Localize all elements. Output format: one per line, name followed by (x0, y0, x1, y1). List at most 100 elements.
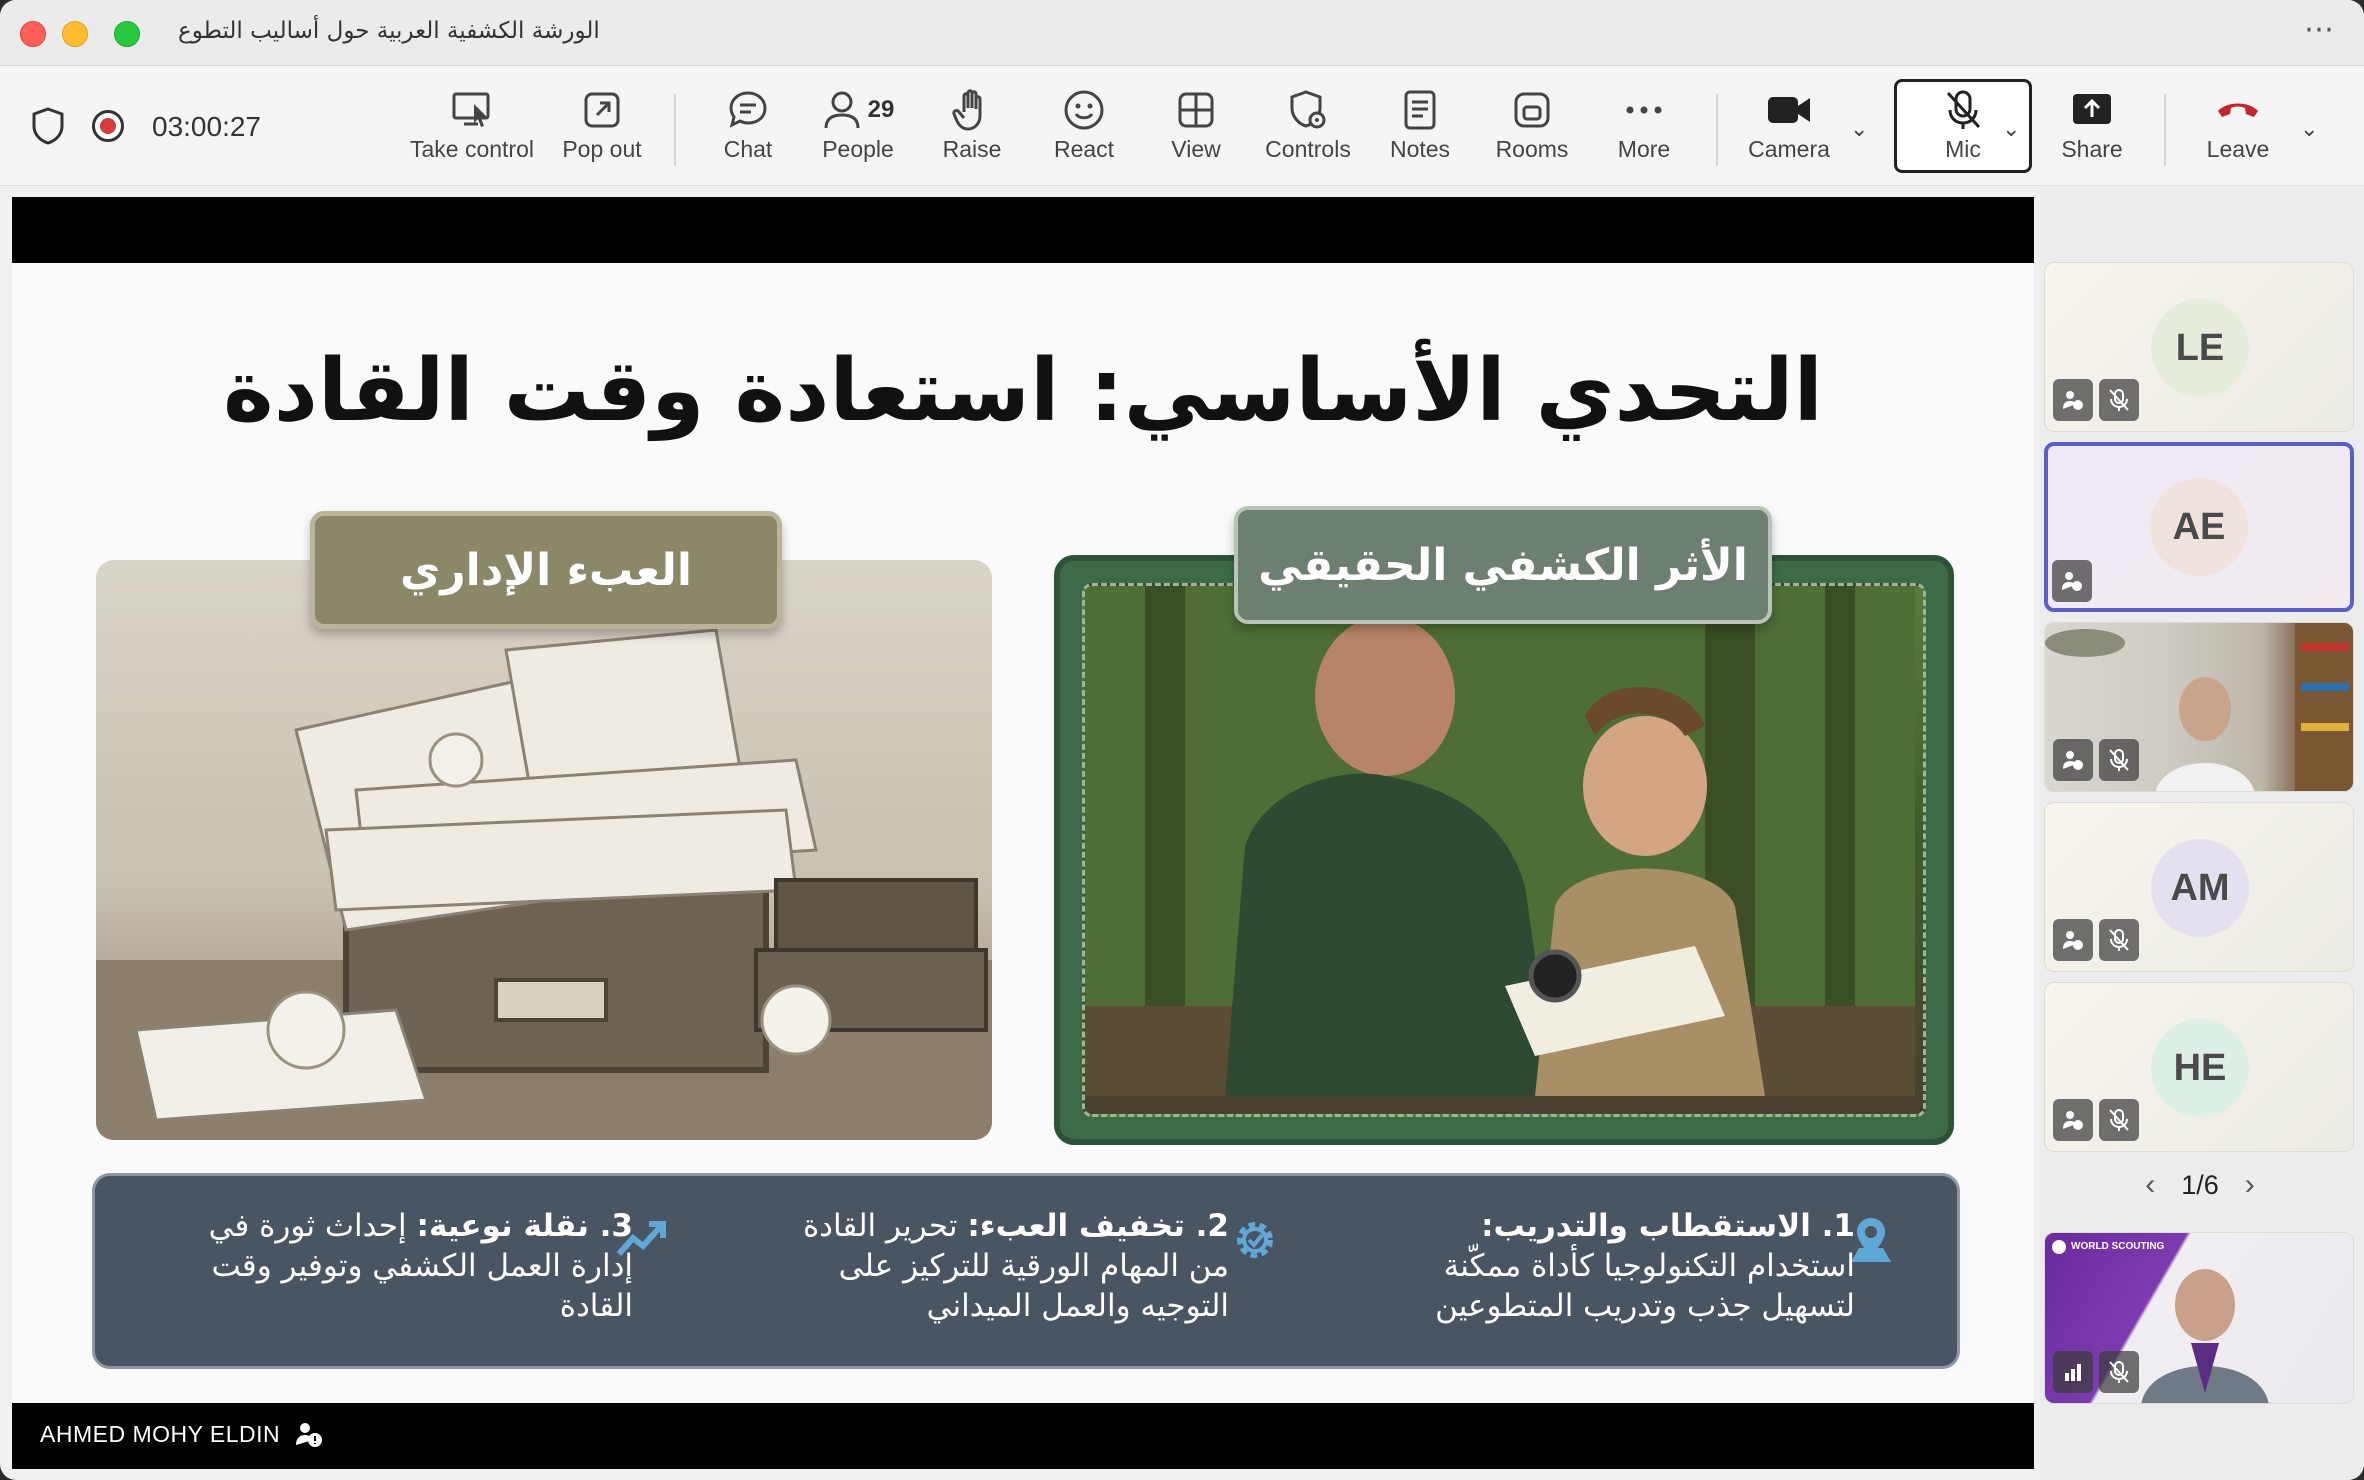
meeting-timer: 03:00:27 (152, 111, 261, 142)
react-button[interactable]: React (1034, 84, 1134, 176)
pop-out-icon (584, 92, 620, 128)
take-control-icon (452, 92, 490, 127)
chat-icon (729, 91, 767, 128)
raise-hand-button[interactable]: Raise (922, 84, 1022, 176)
presenter-status-icon (296, 1423, 322, 1447)
scouts-illustration (1085, 586, 1915, 1096)
view-label: View (1171, 136, 1221, 162)
toolbar-divider (1716, 94, 1718, 166)
mic-off-icon (2099, 1099, 2139, 1141)
share-button[interactable]: Share (2042, 84, 2142, 176)
point-2-title: 2. تخفيف العبء: (967, 1208, 1229, 1244)
self-view-tile[interactable]: WORLD SCOUTING (2044, 1232, 2354, 1404)
more-label: More (1617, 136, 1671, 162)
camera-options-chevron-icon[interactable]: ⌄ (1850, 116, 1868, 142)
participant-tile-ae[interactable]: AE (2044, 442, 2354, 612)
participant-tile-am[interactable]: AM (2044, 802, 2354, 972)
people-icon (824, 91, 860, 129)
maximize-window-button[interactable] (114, 21, 140, 47)
title-bar: الورشة الكشفية العربية حول أساليب التطوع… (0, 0, 2364, 66)
grid-view-icon (1178, 92, 1214, 128)
point-3-title: 3. نقلة نوعية: (416, 1208, 633, 1244)
more-icon (1626, 106, 1662, 114)
mic-off-icon (2099, 739, 2139, 781)
slide-title: التحدي الأساسي: استعادة وقت القادة (222, 341, 1824, 441)
rooms-icon (1514, 92, 1550, 128)
signal-bars-icon (2053, 1351, 2093, 1393)
pop-out-button[interactable]: Pop out (552, 84, 652, 176)
key-points-panel: 1. الاستقطاب والتدريب: استخدام التكنولوج… (92, 1173, 1960, 1369)
avatar: AM (2151, 839, 2249, 937)
mic-off-icon (2099, 1351, 2139, 1393)
take-control-label: Take control (409, 136, 534, 162)
people-button[interactable]: 29 People (808, 84, 908, 176)
controls-label: Controls (1265, 136, 1351, 162)
smiley-icon (1064, 90, 1104, 130)
scouts-image-frame (1054, 555, 1954, 1145)
mic-off-icon (1946, 90, 1981, 129)
window-title: الورشة الكشفية العربية حول أساليب التطوع (178, 18, 600, 44)
presenter-name: AHMED MOHY ELDIN (40, 1421, 281, 1447)
gear-icon (1237, 1222, 1273, 1258)
leave-options-chevron-icon[interactable]: ⌄ (2300, 116, 2318, 142)
participant-status-icon (2053, 919, 2093, 961)
admin-burden-label: العبء الإداري (310, 511, 782, 629)
mic-options-chevron-icon[interactable]: ⌄ (2002, 116, 2020, 142)
more-options-icon[interactable]: ⋯ (2304, 12, 2336, 47)
paperwork-image (96, 560, 992, 1140)
camera-icon (1768, 97, 1810, 123)
participant-status-icon (2052, 560, 2092, 602)
scouts-image (1082, 583, 1926, 1117)
controls-button[interactable]: Controls (1256, 84, 1360, 176)
chat-label: Chat (723, 136, 773, 162)
participant-tile-he[interactable]: HE (2044, 982, 2354, 1152)
meeting-window: الورشة الكشفية العربية حول أساليب التطوع… (0, 0, 2364, 1480)
people-label: People (822, 136, 894, 162)
share-label: Share (2061, 136, 2123, 162)
participant-status-icon (2053, 739, 2093, 781)
people-count: 29 (867, 96, 895, 123)
toolbar-divider (2164, 94, 2166, 166)
leave-label: Leave (2206, 136, 2270, 162)
rooms-button[interactable]: Rooms (1480, 84, 1584, 176)
shield-gear-icon (1290, 90, 1326, 129)
shared-screen: التحدي الأساسي: استعادة وقت القادة العبء… (12, 197, 2034, 1469)
rooms-label: Rooms (1495, 136, 1569, 162)
hang-up-icon (2218, 103, 2258, 117)
previous-page-icon[interactable]: ‹ (2145, 1168, 2155, 1202)
world-scouting-logo: WORLD SCOUTING (2071, 1241, 2165, 1252)
raise-hand-icon (952, 89, 982, 131)
avatar: AE (2150, 478, 2248, 576)
shield-icon[interactable] (30, 106, 66, 146)
more-button[interactable]: More (1594, 84, 1694, 176)
raise-label: Raise (942, 136, 1002, 162)
point-1-title: 1. الاستقطاب والتدريب: (1481, 1208, 1855, 1244)
chat-button[interactable]: Chat (700, 84, 796, 176)
participant-tile-video[interactable] (2044, 622, 2354, 792)
presenter-name-bar: AHMED MOHY ELDIN (12, 1403, 2034, 1469)
avatar: LE (2151, 299, 2249, 397)
participant-rail: LE AE AM HE ‹ 1/6 › WORLD SCOUTING (2040, 186, 2364, 1480)
camera-label: Camera (1748, 136, 1830, 162)
recording-icon (92, 110, 124, 142)
camera-button[interactable]: Camera (1736, 84, 1842, 176)
point-1: 1. الاستقطاب والتدريب: استخدام التكنولوج… (1395, 1206, 1855, 1326)
leave-button[interactable]: Leave (2188, 84, 2288, 176)
close-window-button[interactable] (20, 21, 46, 47)
meeting-toolbar: 03:00:27 Take control Pop out Chat 29 Pe… (0, 66, 2364, 186)
take-control-button[interactable]: Take control (402, 84, 542, 176)
participant-pager: ‹ 1/6 › (2040, 1168, 2360, 1202)
participant-tile-le[interactable]: LE (2044, 262, 2354, 432)
pop-out-label: Pop out (562, 136, 642, 162)
share-icon (2073, 94, 2111, 124)
presentation-slide: التحدي الأساسي: استعادة وقت القادة العبء… (12, 263, 2034, 1403)
notes-label: Notes (1389, 136, 1451, 162)
view-button[interactable]: View (1146, 84, 1246, 176)
mic-off-icon (2099, 919, 2139, 961)
mic-off-icon (2099, 379, 2139, 421)
point-2: 2. تخفيف العبء: تحرير القادة من المهام ا… (769, 1206, 1229, 1326)
next-page-icon[interactable]: › (2245, 1168, 2255, 1202)
react-label: React (1053, 136, 1115, 162)
minimize-window-button[interactable] (62, 21, 88, 47)
notes-button[interactable]: Notes (1370, 84, 1470, 176)
